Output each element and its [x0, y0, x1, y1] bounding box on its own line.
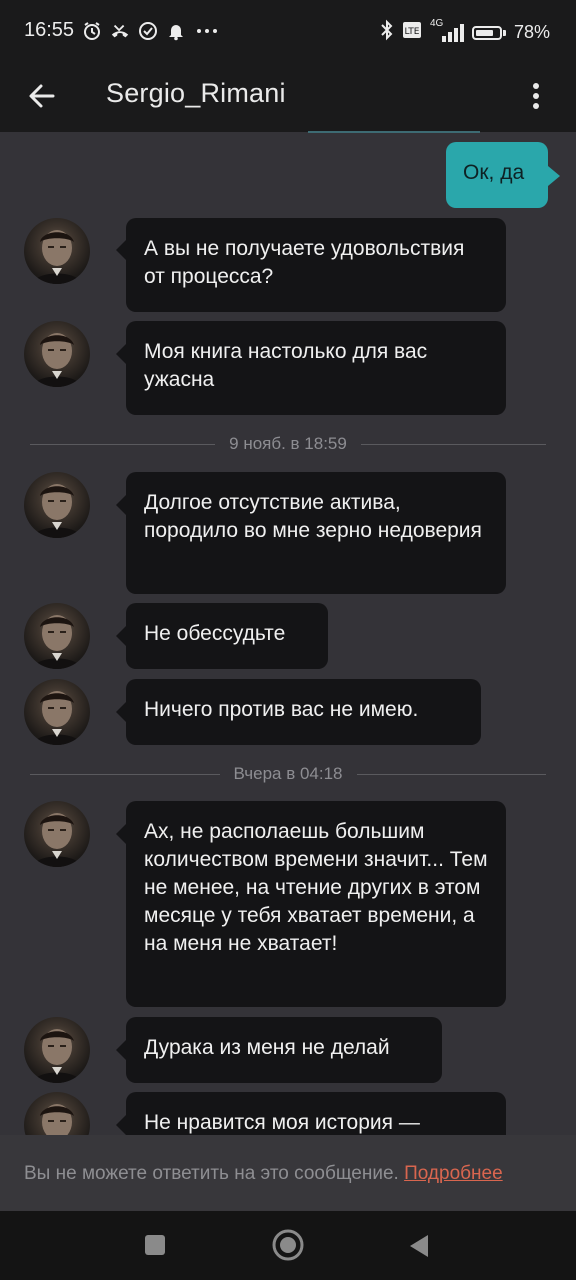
- message-text: Ах, не располаешь большим количеством вр…: [144, 820, 488, 955]
- battery-percent: 78%: [513, 22, 550, 42]
- sender-avatar[interactable]: [24, 1092, 90, 1135]
- signal-4g-icon: 4G: [430, 18, 464, 44]
- status-bar: 16:55 LTE 4G 78%: [0, 0, 576, 62]
- message-text: Долгое отсутствие актива, породило во мн…: [144, 491, 482, 542]
- learn-more-link[interactable]: Подробнее: [404, 1163, 503, 1184]
- incoming-message-bubble[interactable]: А вы не получаете удовольствия от процес…: [126, 218, 506, 312]
- status-time: 16:55: [24, 19, 75, 41]
- system-nav-bar: [0, 1211, 576, 1280]
- bubble-tail: [116, 344, 126, 364]
- sender-avatar[interactable]: [24, 603, 90, 669]
- incoming-message-bubble[interactable]: Не обессудьте: [126, 603, 328, 669]
- date-separator: 9 нояб. в 18:59: [30, 434, 546, 454]
- home-button[interactable]: [271, 1228, 305, 1262]
- message-text: Дурака из меня не делай: [144, 1036, 390, 1059]
- date-separator-label: Вчера в 04:18: [233, 764, 343, 783]
- message-text: Моя книга настолько для вас ужасна: [144, 340, 428, 391]
- status-right: LTE 4G 78%: [380, 18, 550, 46]
- sender-avatar[interactable]: [24, 218, 90, 284]
- message-text: Не нравится моя история —: [144, 1111, 420, 1134]
- bubble-tail: [116, 1040, 126, 1060]
- status-left: 16:55: [24, 19, 220, 42]
- incoming-message-bubble[interactable]: Долгое отсутствие актива, породило во мн…: [126, 472, 506, 594]
- incoming-message-bubble[interactable]: Дурака из меня не делай: [126, 1017, 442, 1083]
- svg-text:LTE: LTE: [404, 27, 419, 37]
- sender-avatar[interactable]: [24, 801, 90, 867]
- bubble-tail: [116, 240, 126, 260]
- date-separator-label: 9 нояб. в 18:59: [229, 434, 347, 453]
- sender-avatar[interactable]: [24, 472, 90, 538]
- chat-title[interactable]: Sergio_Rimani: [106, 78, 286, 109]
- volte-icon: LTE: [402, 21, 422, 44]
- bubble-tail: [116, 1115, 126, 1135]
- back-button[interactable]: [20, 74, 64, 118]
- message-text: А вы не получаете удовольствия от процес…: [144, 237, 465, 288]
- sender-avatar[interactable]: [24, 679, 90, 745]
- incoming-message-bubble[interactable]: Не нравится моя история —: [126, 1092, 506, 1135]
- reply-disabled-notice: Вы не можете ответить на это сообщение. …: [0, 1135, 576, 1211]
- bluetooth-icon: [380, 19, 394, 46]
- incoming-message-bubble[interactable]: Ах, не располаешь большим количеством вр…: [126, 801, 506, 1007]
- bell-off-icon: [166, 21, 186, 41]
- outgoing-message-bubble[interactable]: Ок, да: [446, 142, 548, 208]
- chat-header: Sergio_Rimani: [0, 62, 576, 132]
- bubble-tail: [548, 166, 560, 186]
- message-text: Ничего против вас не имею.: [144, 698, 419, 721]
- sender-avatar[interactable]: [24, 1017, 90, 1083]
- bubble-tail: [116, 626, 126, 646]
- date-separator: Вчера в 04:18: [30, 764, 547, 784]
- message-text: Не обессудьте: [144, 622, 286, 645]
- arrow-left-icon: [29, 84, 55, 108]
- notice-text: Вы не можете ответить на это сообщение.: [24, 1163, 399, 1184]
- more-options-button[interactable]: [518, 74, 554, 118]
- more-vertical-icon: [533, 83, 539, 109]
- check-circle-icon: [138, 21, 158, 41]
- recents-button[interactable]: [145, 1235, 165, 1255]
- alarm-icon: [82, 21, 102, 41]
- bubble-tail: [116, 702, 126, 722]
- bubble-tail: [116, 495, 126, 515]
- incoming-message-bubble[interactable]: Ничего против вас не имею.: [126, 679, 481, 745]
- message-list[interactable]: Ок, да А вы не получаете удовольствия от…: [0, 132, 576, 1135]
- sender-avatar[interactable]: [24, 321, 90, 387]
- message-text: Ок, да: [463, 161, 525, 184]
- nav-back-button[interactable]: [406, 1233, 432, 1259]
- missed-call-icon: [110, 21, 130, 41]
- bubble-tail: [116, 824, 126, 844]
- incoming-message-bubble[interactable]: Моя книга настолько для вас ужасна: [126, 321, 506, 415]
- more-dots-icon: [194, 21, 220, 41]
- battery-icon: [471, 25, 506, 40]
